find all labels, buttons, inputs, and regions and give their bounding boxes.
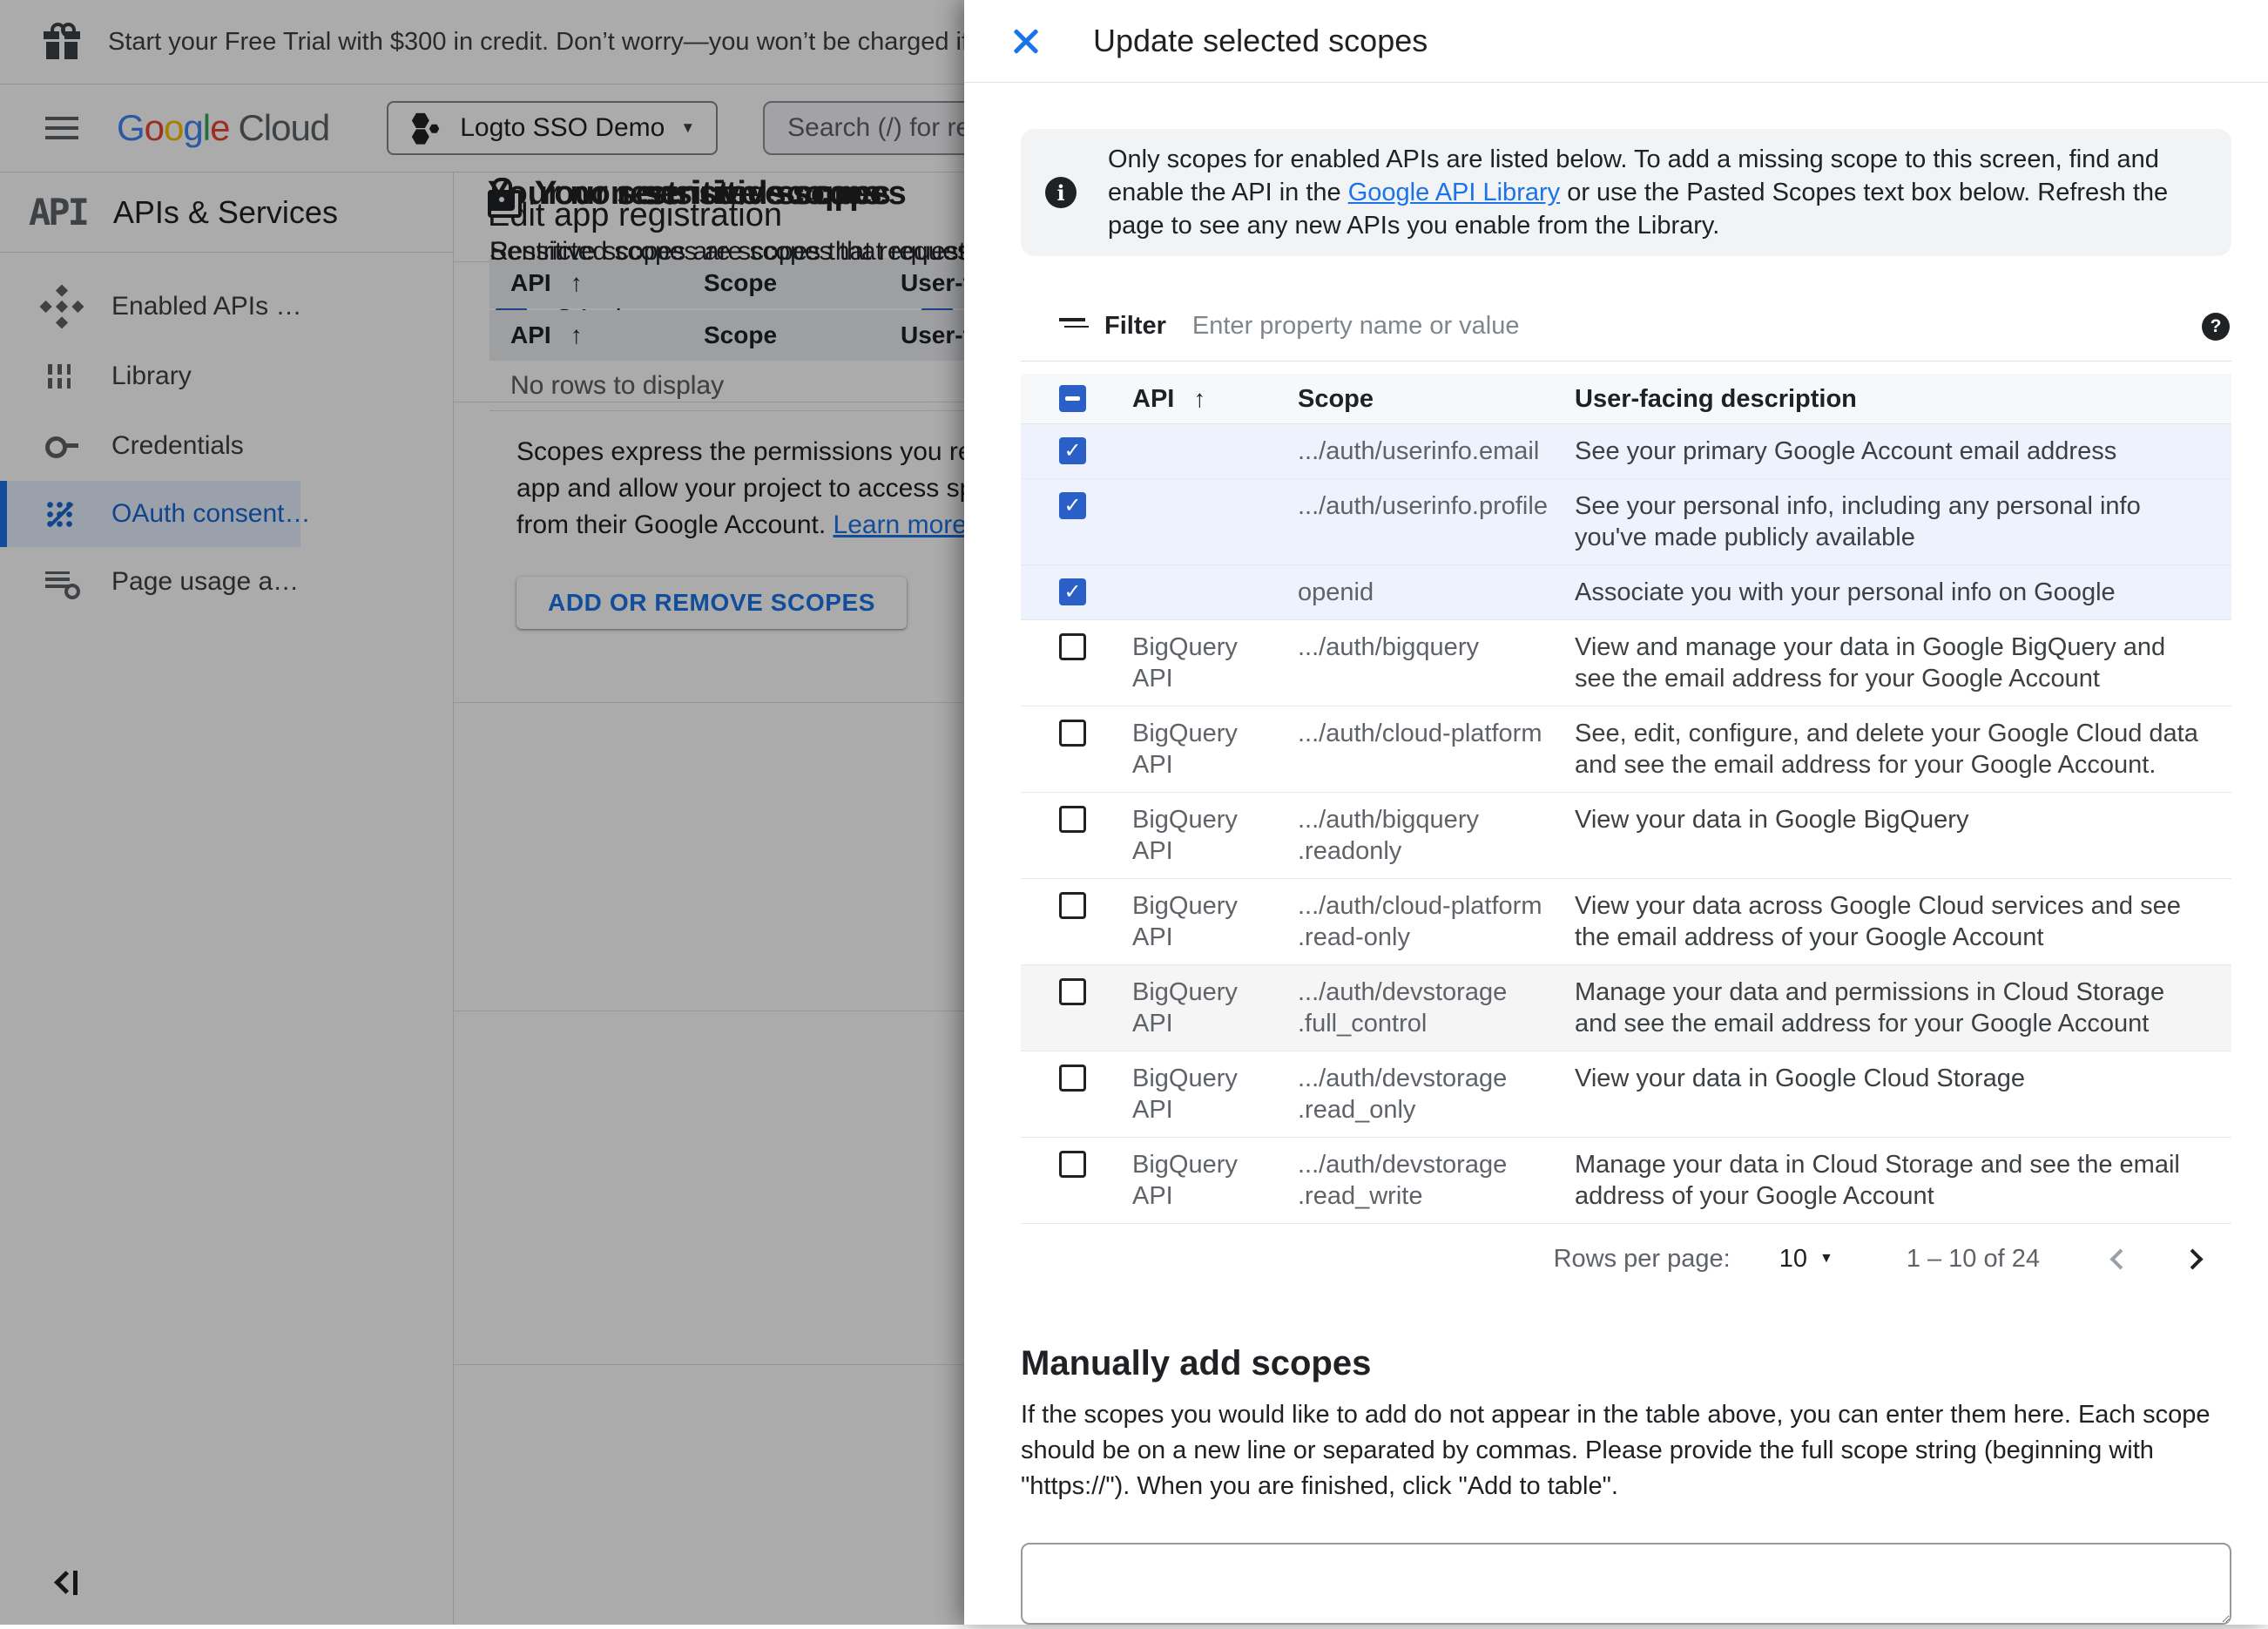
rows-per-page-label: Rows per page: [1554,1245,1731,1274]
scope-api: BigQuery API [1132,718,1259,781]
scope-row: BigQuery API .../auth/cloud-platform See… [1021,706,2231,793]
scope-description: View and manage your data in Google BigQ… [1575,632,2211,694]
panel-title: Update selected scopes [1093,23,1428,59]
api-column-header[interactable]: API↑ [1132,383,1298,415]
scope-table-header: API↑ Scope User-facing description [1021,374,2231,424]
scope-row: .../auth/userinfo.profile See your perso… [1021,479,2231,565]
info-icon: i [1045,177,1077,208]
filter-label: Filter [1104,312,1166,341]
scope-description: See your personal info, including any pe… [1575,490,2211,553]
scope-name: .../auth/userinfo.email [1298,436,1575,467]
scope-row: BigQuery API .../auth/devstorage .full_c… [1021,965,2231,1051]
info-banner: i Only scopes for enabled APIs are liste… [1021,129,2231,256]
scope-name: .../auth/devstorage .read_write [1298,1149,1575,1212]
scope-checkbox[interactable] [1059,492,1086,519]
scope-row: BigQuery API .../auth/bigquery .readonly… [1021,793,2231,879]
scope-row: BigQuery API .../auth/devstorage .read_o… [1021,1051,2231,1138]
desc-column-header: User-facing description [1575,383,2214,415]
scope-description: Manage your data in Cloud Storage and se… [1575,1149,2211,1212]
scope-checkbox[interactable] [1059,978,1086,1005]
scope-name: .../auth/bigquery [1298,632,1575,663]
panel-header: Update selected scopes [964,0,2268,83]
scope-description: View your data in Google Cloud Storage [1575,1063,2211,1094]
pagination: Rows per page: 10▼ 1 – 10 of 24 [1021,1224,2231,1294]
manually-add-scopes-description: If the scopes you would like to add do n… [1021,1397,2231,1504]
scope-description: Associate you with your personal info on… [1575,577,2211,608]
info-text: Only scopes for enabled APIs are listed … [1108,143,2197,242]
pagination-range: 1 – 10 of 24 [1907,1245,2040,1274]
previous-page-icon[interactable] [2109,1248,2130,1269]
scope-description: Manage your data and permissions in Clou… [1575,977,2211,1039]
chevron-down-icon: ▼ [1819,1251,1833,1267]
scope-description: See, edit, configure, and delete your Go… [1575,718,2211,781]
scope-name: .../auth/userinfo.profile [1298,490,1575,522]
scope-api: BigQuery API [1132,1063,1259,1125]
scope-row: .../auth/userinfo.email See your primary… [1021,424,2231,479]
scope-row: BigQuery API .../auth/bigquery View and … [1021,620,2231,706]
scope-api: BigQuery API [1132,632,1259,694]
panel-body: i Only scopes for enabled APIs are liste… [1021,83,2231,1625]
scope-name: .../auth/cloud-platform .read-only [1298,890,1575,953]
scope-api: BigQuery API [1132,890,1259,953]
manually-add-scopes-heading: Manually add scopes [1021,1344,2231,1383]
close-icon[interactable] [1009,24,1043,57]
scope-name: .../auth/cloud-platform [1298,718,1575,749]
scope-checkbox[interactable] [1059,633,1086,660]
scope-row: BigQuery API .../auth/devstorage .read_w… [1021,1138,2231,1224]
select-all-checkbox[interactable] [1059,385,1086,412]
scope-description: View your data across Google Cloud servi… [1575,890,2211,953]
filter-icon [1059,316,1085,337]
scope-name: .../auth/devstorage .read_only [1298,1063,1575,1125]
scope-checkbox[interactable] [1059,578,1086,605]
scope-checkbox[interactable] [1059,720,1086,747]
scope-api: BigQuery API [1132,804,1259,867]
scope-row: BigQuery API .../auth/cloud-platform .re… [1021,879,2231,965]
scope-description: See your primary Google Account email ad… [1575,436,2211,467]
scope-column-header: Scope [1298,383,1575,415]
filter-input[interactable] [1192,312,2202,341]
scope-description: View your data in Google BigQuery [1575,804,2211,835]
scope-name: .../auth/bigquery .readonly [1298,804,1575,867]
scope-api: BigQuery API [1132,1149,1259,1212]
help-icon[interactable]: ? [2202,313,2230,341]
scope-api: BigQuery API [1132,977,1259,1039]
scope-row: openid Associate you with your personal … [1021,565,2231,620]
update-scopes-panel: Update selected scopes i Only scopes for… [964,0,2268,1625]
next-page-icon[interactable] [2182,1248,2203,1269]
scope-checkbox[interactable] [1059,892,1086,919]
scope-checkbox[interactable] [1059,1151,1086,1178]
scope-name: .../auth/devstorage .full_control [1298,977,1575,1039]
rows-per-page-select[interactable]: 10▼ [1779,1245,1833,1274]
scope-name: openid [1298,577,1575,608]
sort-arrow-icon: ↑ [1193,383,1205,415]
filter-bar: Filter ? [1021,292,2231,362]
google-api-library-link[interactable]: Google API Library [1348,179,1560,206]
scope-checkbox[interactable] [1059,1065,1086,1092]
scope-checkbox[interactable] [1059,806,1086,833]
scope-checkbox[interactable] [1059,437,1086,464]
manual-scopes-textarea[interactable] [1021,1543,2231,1625]
